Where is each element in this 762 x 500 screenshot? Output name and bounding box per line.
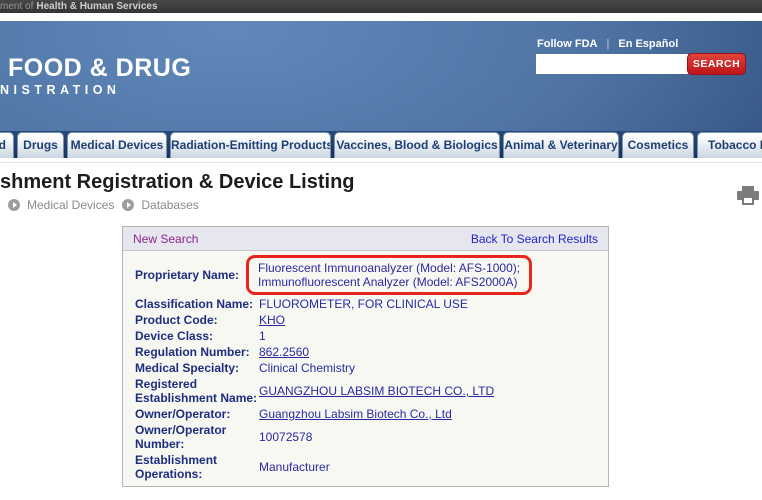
row-label: Establishment Operations: [135, 453, 259, 481]
tab-medical-devices[interactable]: Medical Devices [67, 132, 167, 158]
row-value: FLUOROMETER, FOR CLINICAL USE [259, 297, 468, 311]
gov-banner-title: Health & Human Services [36, 1, 157, 12]
row-value-cell: FLUOROMETER, FOR CLINICAL USE [259, 297, 608, 311]
row-value-cell: GUANGZHOU LABSIM BIOTECH CO., LTD [259, 384, 608, 398]
record-rows: Proprietary Name: Fluorescent Immunoanal… [123, 251, 608, 482]
row-value-cell: 862.2560 [259, 345, 608, 359]
fda-header: FOOD & DRUG NISTRATION Follow FDA | En Esp… [0, 21, 762, 131]
breadcrumb: Medical Devices Databases [8, 198, 199, 212]
tab-vaccines-blood-biologics[interactable]: Vaccines, Blood & Biologics [334, 132, 500, 158]
tab-food-partial[interactable]: d [0, 132, 14, 158]
row-value-cell: 1 [259, 329, 608, 343]
back-to-search-results-link[interactable]: Back To Search Results [471, 232, 598, 246]
content-divider [0, 162, 762, 163]
row-label: Medical Specialty: [135, 361, 259, 375]
search-input[interactable] [536, 54, 688, 74]
row-label: Device Class: [135, 329, 259, 343]
table-row: Regulation Number: 862.2560 [123, 344, 608, 360]
row-value: Manufacturer [259, 460, 330, 474]
row-label: Owner/Operator Number: [135, 423, 259, 451]
table-row: Product Code: KHO [123, 312, 608, 328]
tab-drugs[interactable]: Drugs [17, 132, 64, 158]
row-value-cell: Guangzhou Labsim Biotech Co., Ltd [259, 407, 608, 421]
row-value: Clinical Chemistry [259, 361, 355, 375]
table-row: Device Class: 1 [123, 328, 608, 344]
follow-fda-link[interactable]: Follow FDA [537, 38, 598, 50]
table-row: Medical Specialty: Clinical Chemistry [123, 360, 608, 376]
row-value[interactable]: GUANGZHOU LABSIM BIOTECH CO., LTD [259, 384, 494, 398]
search-button[interactable]: SEARCH [687, 53, 746, 75]
table-row: Owner/Operator Number: 10072578 [123, 422, 608, 452]
tab-tobacco-products[interactable]: Tobacco Pr [697, 132, 762, 158]
table-row: Proprietary Name: Fluorescent Immunoanal… [123, 254, 608, 296]
table-row: Establishment Operations: Manufacturer [123, 452, 608, 482]
table-row: Owner/Operator: Guangzhou Labsim Biotech… [123, 406, 608, 422]
printer-paper-out [742, 196, 754, 205]
link-separator: | [607, 38, 610, 50]
breadcrumb-arrow-icon [8, 199, 20, 211]
row-value[interactable]: 862.2560 [259, 345, 309, 359]
printer-icon[interactable] [736, 186, 760, 207]
tab-radiation-emitting-products[interactable]: Radiation-Emitting Products [170, 132, 331, 158]
table-row: Classification Name: FLUOROMETER, FOR CL… [123, 296, 608, 312]
breadcrumb-arrow-icon [122, 199, 134, 211]
row-value: Fluorescent Immunoanalyzer (Model: AFS-1… [246, 255, 532, 295]
row-value[interactable]: KHO [259, 313, 285, 327]
fda-device-listing-page: ment ofHealth & Human Services FOOD & DR… [0, 0, 762, 500]
breadcrumb-databases[interactable]: Databases [122, 198, 198, 212]
tab-cosmetics[interactable]: Cosmetics [622, 132, 694, 158]
breadcrumb-label: Medical Devices [27, 198, 114, 212]
new-search-link[interactable]: New Search [133, 232, 198, 246]
row-value[interactable]: Guangzhou Labsim Biotech Co., Ltd [259, 407, 452, 421]
row-value-cell: Clinical Chemistry [259, 361, 608, 375]
fda-logo-line2: NISTRATION [0, 83, 120, 97]
en-espanol-link[interactable]: En Español [618, 38, 678, 50]
row-value: 10072578 [259, 430, 312, 444]
gov-banner-prefix: ment of [0, 1, 33, 12]
row-label: Registered Establishment Name: [135, 377, 259, 405]
row-label: Proprietary Name: [135, 268, 259, 282]
row-label: Product Code: [135, 313, 259, 327]
row-label: Classification Name: [135, 297, 259, 311]
gov-banner: ment ofHealth & Human Services [0, 0, 762, 13]
row-value-cell: KHO [259, 313, 608, 327]
table-row: Registered Establishment Name: GUANGZHOU… [123, 376, 608, 406]
row-value: 1 [259, 329, 266, 343]
breadcrumb-medical-devices[interactable]: Medical Devices [8, 198, 114, 212]
row-label: Owner/Operator: [135, 407, 259, 421]
row-label: Regulation Number: [135, 345, 259, 359]
main-nav: d Drugs Medical Devices Radiation-Emitti… [0, 131, 762, 158]
header-links: Follow FDA | En Español [537, 38, 678, 50]
device-record-panel: New Search Back To Search Results Propri… [122, 226, 609, 487]
breadcrumb-label: Databases [141, 198, 198, 212]
fda-logo-line1: FOOD & DRUG [8, 54, 191, 83]
page-title: shment Registration & Device Listing [0, 171, 355, 194]
row-value-cell: Fluorescent Immunoanalyzer (Model: AFS-1… [259, 255, 608, 295]
row-value-cell: Manufacturer [259, 460, 608, 474]
panel-header: New Search Back To Search Results [123, 227, 608, 251]
row-value-cell: 10072578 [259, 430, 608, 444]
tab-animal-veterinary[interactable]: Animal & Veterinary [503, 132, 619, 158]
